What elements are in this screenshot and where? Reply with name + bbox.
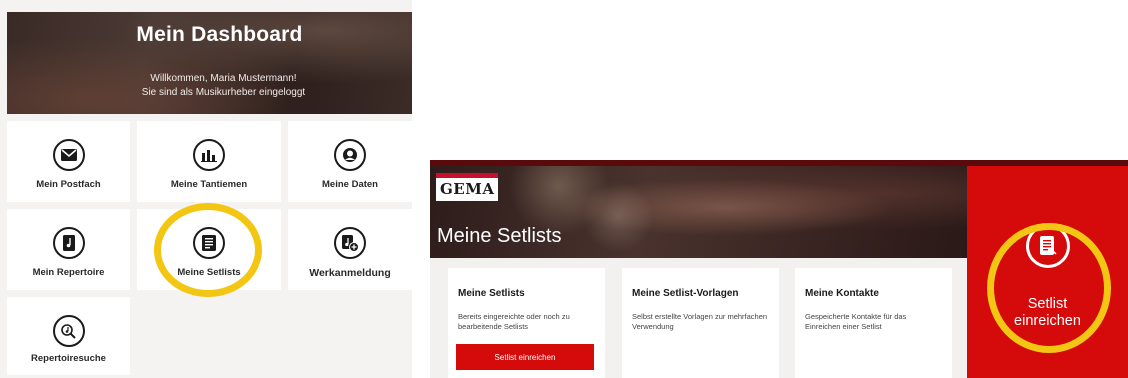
tile-label: Meine Daten [322, 179, 378, 190]
card-setlist-vorlagen[interactable]: Meine Setlist-Vorlagen Selbst erstellte … [622, 268, 779, 378]
tile-label: Repertoiresuche [31, 353, 106, 364]
tile-label: Meine Tantiemen [170, 179, 248, 190]
setlists-hero: GEMA Meine Setlists [430, 166, 967, 258]
tile-label: Mein Repertoire [32, 267, 105, 278]
button-label: Setlist einreichen [494, 352, 556, 362]
card-title: Meine Setlist-Vorlagen [632, 288, 739, 299]
welcome-line-2: Sie sind als Musikurheber eingeloggt [141, 87, 306, 98]
dashboard-panel: Mein Dashboard Willkommen, Maria Musterm… [0, 0, 412, 378]
envelope-icon [52, 139, 85, 171]
tile-daten[interactable]: Meine Daten [288, 121, 412, 202]
tile-label: Werkanmeldung [309, 267, 391, 279]
card-title: Meine Setlists [458, 288, 525, 299]
card-title: Meine Kontakte [805, 288, 879, 299]
tile-postfach[interactable]: Mein Postfach [7, 121, 130, 202]
card-description: Bereits eingereichte oder noch zu bearbe… [458, 312, 570, 331]
search-music-icon [52, 315, 85, 347]
highlight-ring [987, 223, 1111, 353]
tile-repertoiresuche[interactable]: Repertoiresuche [7, 297, 130, 375]
card-kontakte[interactable]: Meine Kontakte Gespeicherte Kontakte für… [795, 268, 952, 378]
welcome-message: Willkommen, Maria Mustermann! Sie sind a… [7, 72, 412, 100]
tile-tantiemen[interactable]: Meine Tantiemen [137, 121, 281, 202]
bar-chart-icon [193, 139, 225, 171]
card-description: Gespeicherte Kontakte für das Einreichen… [805, 312, 907, 331]
card-description: Selbst erstellte Vorlagen zur mehrfachen… [632, 312, 768, 331]
welcome-line-1: Willkommen, Maria Mustermann! [150, 73, 297, 84]
work-add-icon [334, 227, 366, 259]
tile-repertoire[interactable]: Mein Repertoire [7, 209, 130, 290]
gema-logo[interactable]: GEMA [436, 173, 498, 201]
music-sheet-icon [52, 227, 85, 259]
setlist-einreichen-button[interactable]: Setlist einreichen [456, 344, 594, 370]
page-title: Mein Dashboard [136, 23, 303, 46]
tile-label: Mein Postfach [36, 179, 101, 190]
highlight-ring [154, 203, 262, 297]
tile-werkanmeldung[interactable]: Werkanmeldung [288, 209, 412, 290]
dashboard-hero: Mein Dashboard Willkommen, Maria Musterm… [7, 12, 412, 114]
page-title: Meine Setlists [437, 225, 562, 247]
user-icon [334, 139, 366, 171]
